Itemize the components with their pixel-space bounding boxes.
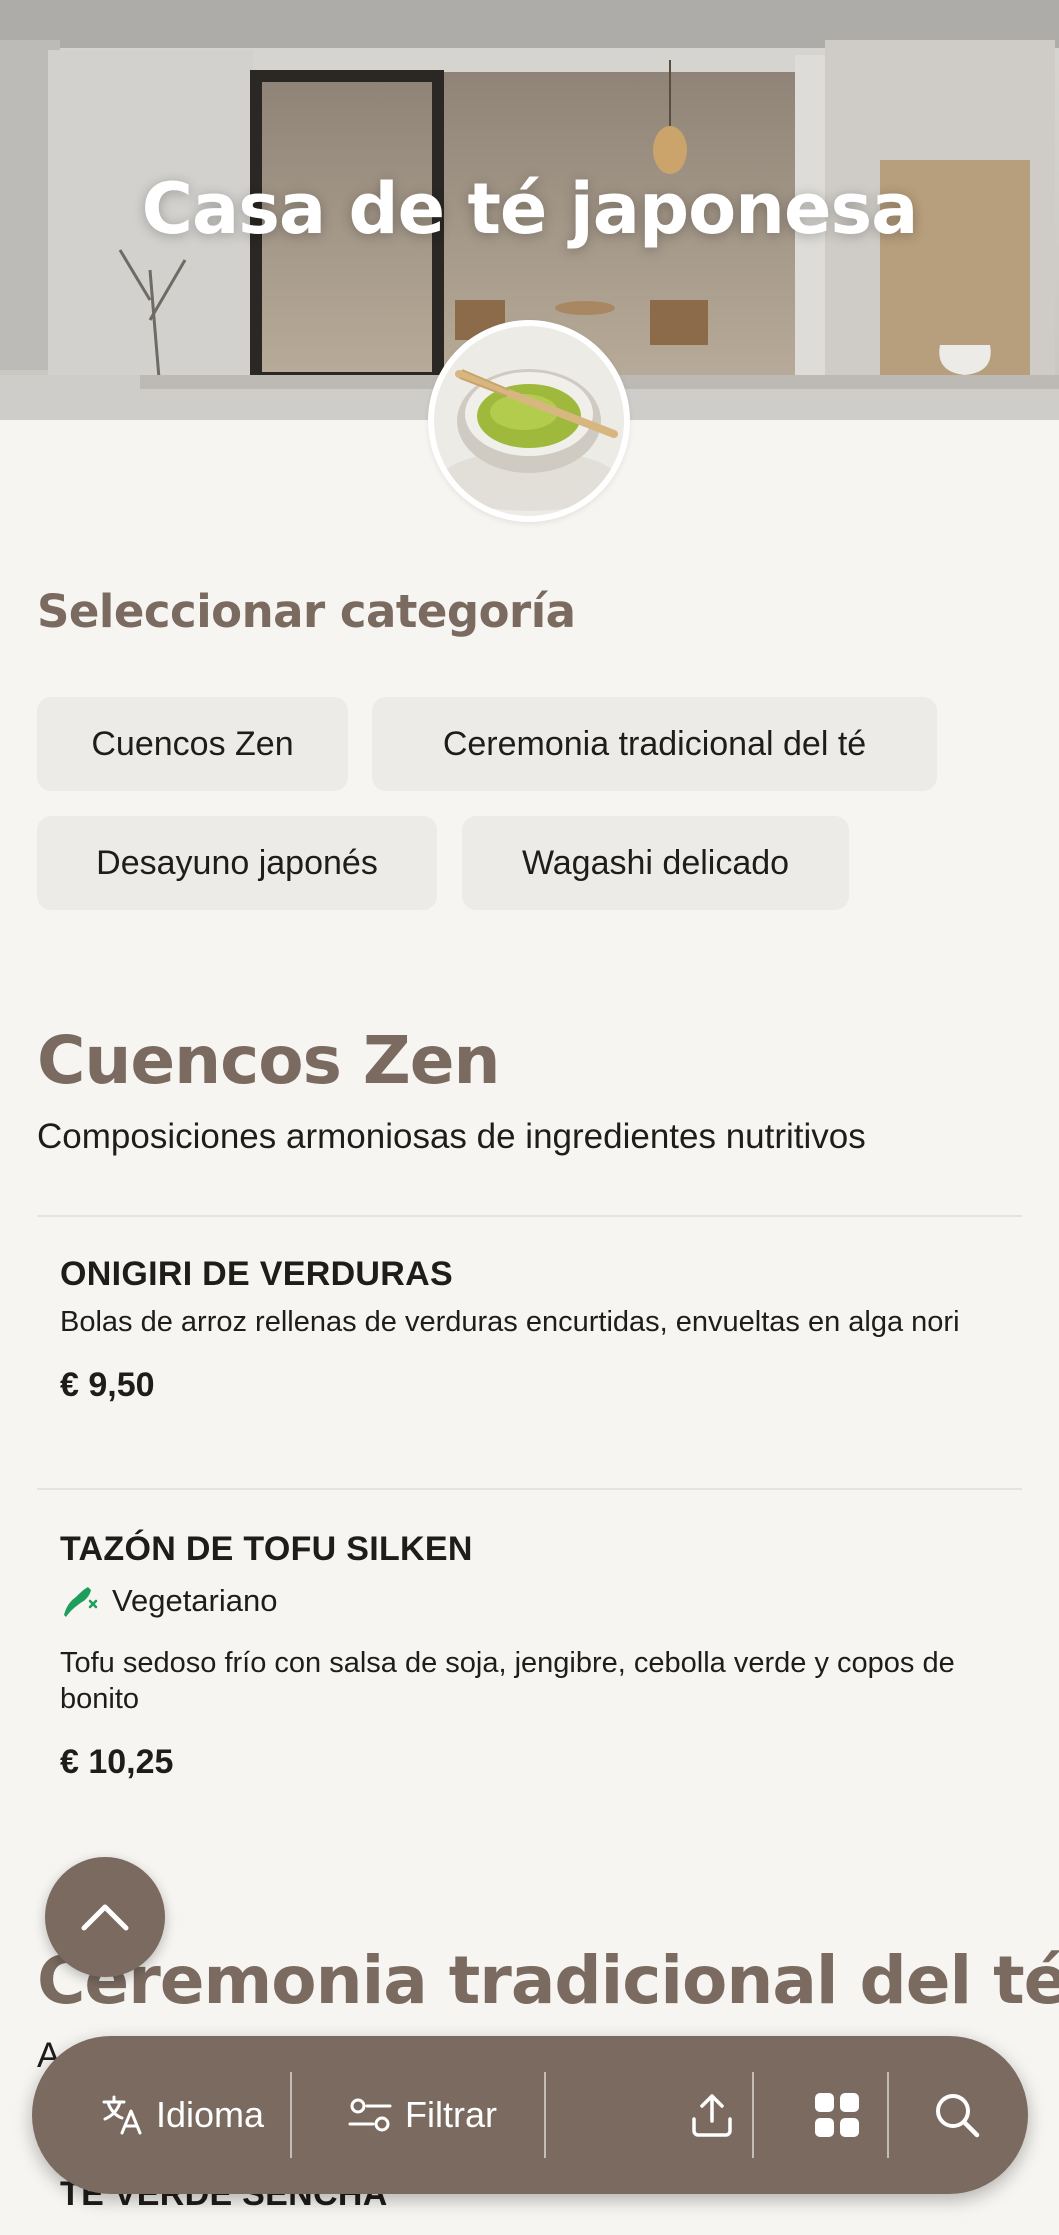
category-chip-ceremonia[interactable]: Ceremonia tradicional del té: [372, 697, 937, 791]
item-name: TAZÓN DE TOFU SILKEN: [60, 1530, 473, 1568]
item-description: Tofu sedoso frío con salsa de soja, jeng…: [60, 1647, 955, 1715]
grid-icon: [815, 2093, 859, 2137]
item-price: € 10,25: [60, 1743, 174, 1781]
filter-label: Filtrar: [405, 2094, 497, 2135]
item-description: Bolas de arroz rellenas de verduras encu…: [60, 1306, 960, 1338]
item-name: ONIGIRI DE VERDURAS: [60, 1255, 453, 1293]
menu-page: Casa de té japonesa Seleccionar categorí…: [0, 0, 1059, 2235]
search-button[interactable]: [902, 2036, 1012, 2194]
item-price: € 9,50: [60, 1366, 155, 1404]
restaurant-logo: [428, 320, 630, 522]
filter-button[interactable]: Filtrar: [327, 2036, 517, 2194]
divider: [37, 1488, 1022, 1490]
toolbar-separator: [887, 2072, 889, 2158]
vegetarian-label: Vegetariano: [112, 1583, 278, 1618]
search-icon: [936, 2094, 980, 2138]
translate-icon: [102, 2095, 142, 2135]
divider: [37, 1215, 1022, 1217]
category-chip-desayuno[interactable]: Desayuno japonés: [37, 816, 437, 910]
category-chip-wagashi[interactable]: Wagashi delicado: [462, 816, 849, 910]
section-title: Ceremonia tradicional del té: [37, 1942, 1059, 2019]
toolbar-separator: [290, 2072, 292, 2158]
filter-icon: [348, 2098, 392, 2132]
section-description: Composiciones armoniosas de ingredientes…: [37, 1117, 866, 1156]
toolbar-separator: [544, 2072, 546, 2158]
share-icon: [692, 2094, 732, 2137]
vegetarian-tag: Vegetariano: [60, 1583, 1000, 1619]
category-selector-heading: Seleccionar categoría: [37, 585, 576, 638]
grid-view-button[interactable]: [777, 2036, 897, 2194]
vegetarian-icon: [64, 1587, 98, 1617]
matcha-bowl-image: [434, 326, 624, 516]
menu-item[interactable]: ONIGIRI DE VERDURAS Bolas de arroz relle…: [60, 1255, 1000, 1405]
section-title: Cuencos Zen: [37, 1022, 501, 1099]
category-chip-cuencos-zen[interactable]: Cuencos Zen: [37, 697, 348, 791]
share-button[interactable]: [652, 2036, 772, 2194]
language-label: Idioma: [155, 2094, 265, 2135]
menu-item[interactable]: TAZÓN DE TOFU SILKEN Vegetariano Tofu se…: [60, 1530, 1000, 1782]
bottom-toolbar: Idioma Filtrar: [32, 2036, 1028, 2194]
scroll-to-top-button[interactable]: [45, 1857, 165, 1977]
language-button[interactable]: Idioma: [72, 2036, 292, 2194]
restaurant-name: Casa de té japonesa: [141, 168, 919, 250]
chevron-up-icon: [81, 1904, 129, 1931]
toolbar-separator: [752, 2072, 754, 2158]
